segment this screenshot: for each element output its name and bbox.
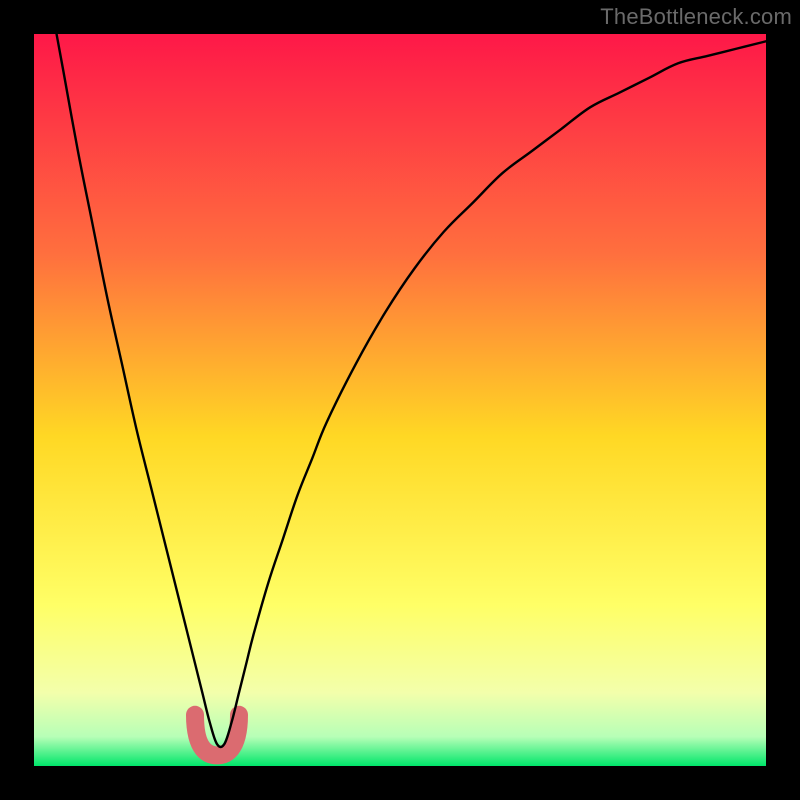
gradient-background — [34, 34, 766, 766]
chart-frame: TheBottleneck.com — [0, 0, 800, 800]
chart-svg — [34, 34, 766, 766]
watermark-label: TheBottleneck.com — [600, 4, 792, 30]
plot-area — [34, 34, 766, 766]
